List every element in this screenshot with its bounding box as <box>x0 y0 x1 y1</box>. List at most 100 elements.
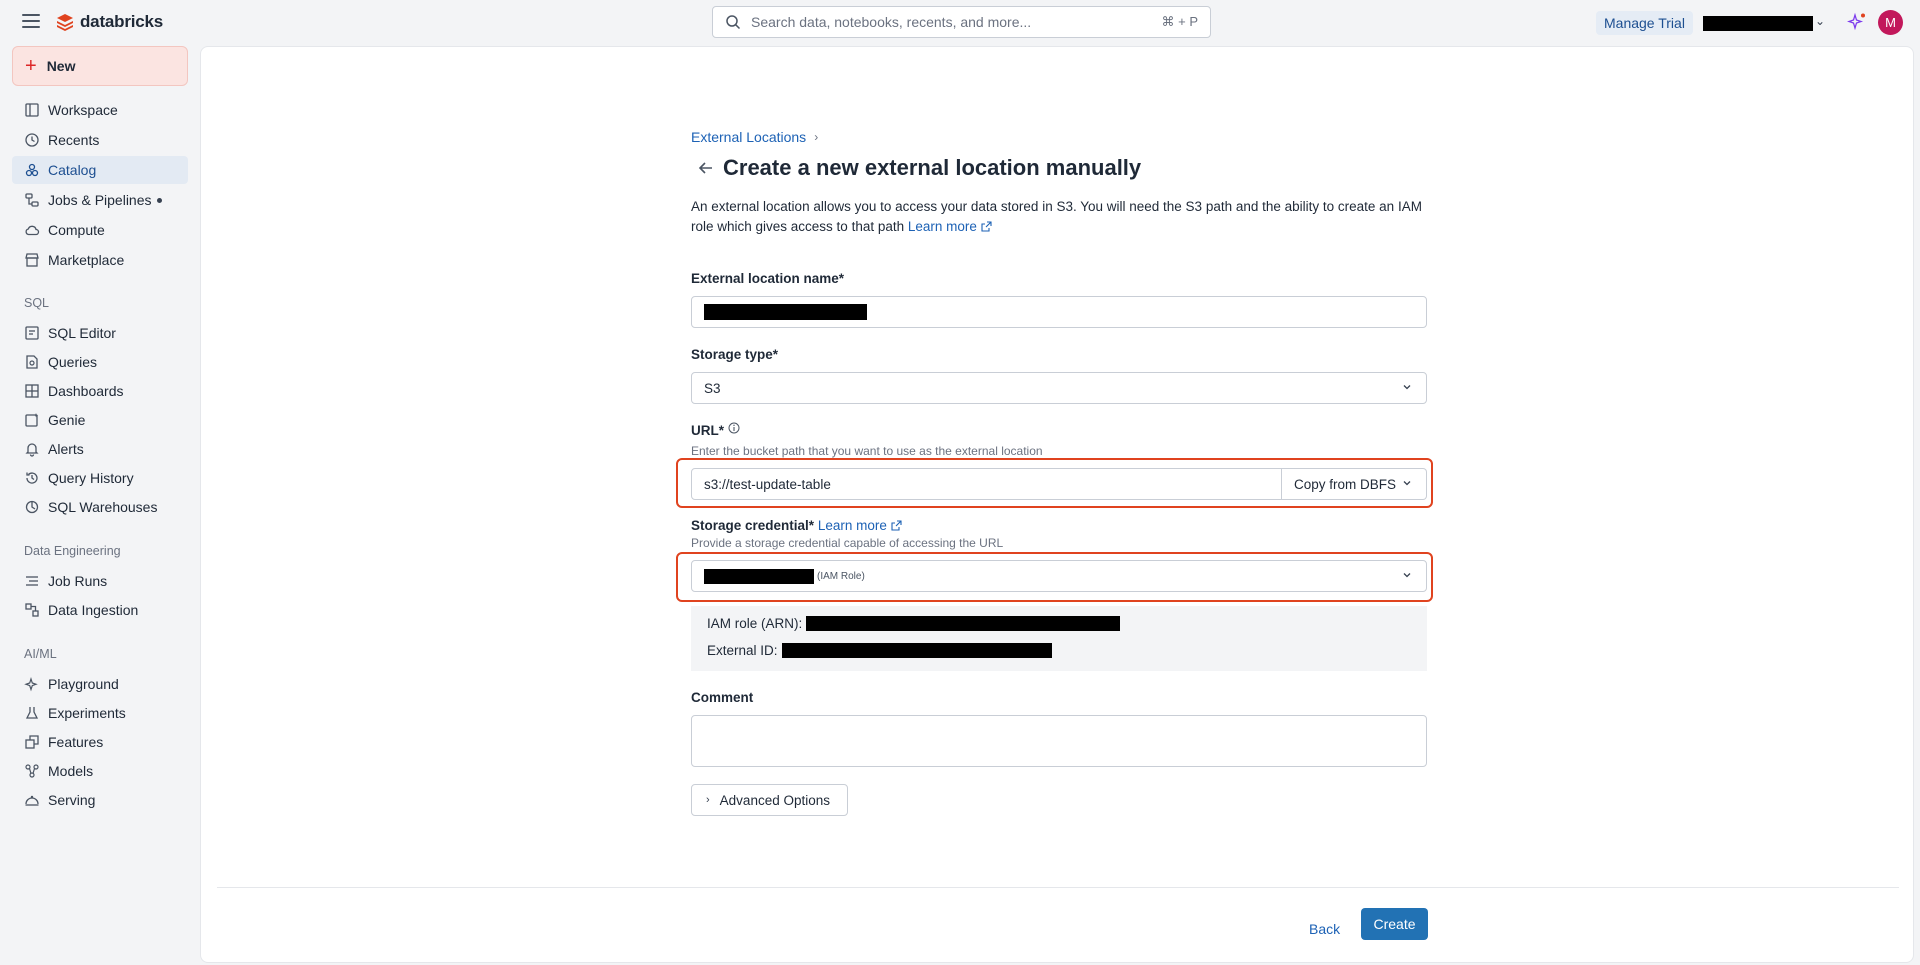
sidebar-item-label: Models <box>48 763 94 779</box>
chevron-down-icon <box>1403 481 1411 486</box>
sidebar-item-catalog[interactable]: Catalog <box>12 156 188 184</box>
storage-type-select[interactable]: S3 <box>691 372 1427 404</box>
sidebar-item-label: Query History <box>48 470 134 486</box>
manage-trial-button[interactable]: Manage Trial <box>1596 11 1693 35</box>
external-location-name-input[interactable] <box>691 296 1427 328</box>
sidebar-item-experiments[interactable]: Experiments <box>12 699 188 727</box>
sidebar-item-label: Job Runs <box>48 573 108 589</box>
sidebar-item-label: Marketplace <box>48 252 125 268</box>
sidebar-item-label: Genie <box>48 412 86 428</box>
job-runs-icon <box>26 576 38 586</box>
sidebar-item-label: Alerts <box>48 441 84 457</box>
sidebar-item-alerts[interactable]: Alerts <box>12 435 188 463</box>
sidebar-item-data-ingestion[interactable]: Data Ingestion <box>12 596 188 624</box>
sidebar-item-label: Serving <box>48 792 96 808</box>
sidebar-item-label: Playground <box>48 676 119 692</box>
info-icon[interactable] <box>728 422 740 434</box>
chevron-down-icon[interactable]: ⌄ <box>1815 14 1825 28</box>
comment-label: Comment <box>691 690 754 705</box>
databricks-logo-icon <box>57 14 73 31</box>
sidebar-item-label: Experiments <box>48 705 126 721</box>
footer-divider <box>217 887 1899 888</box>
menu-icon[interactable] <box>22 14 40 30</box>
workspace-selector[interactable] <box>1703 16 1813 31</box>
ingestion-icon <box>25 603 39 617</box>
description-text: An external location allows you to acces… <box>691 199 1422 234</box>
copy-from-dbfs-button[interactable]: Copy from DBFS <box>1282 468 1427 500</box>
assistant-sparkle-icon[interactable] <box>1847 12 1867 32</box>
sidebar-item-marketplace[interactable]: Marketplace <box>12 246 188 274</box>
sidebar-item-label: SQL Editor <box>48 325 116 341</box>
storage-credential-select[interactable]: (IAM Role) <box>691 560 1427 592</box>
section-label-data-engineering: Data Engineering <box>24 544 121 558</box>
advanced-options-button[interactable]: › Advanced Options <box>691 784 848 816</box>
learn-more-link[interactable]: Learn more <box>908 219 992 234</box>
features-icon <box>25 735 39 749</box>
sidebar-item-serving[interactable]: Serving <box>12 786 188 814</box>
cloud-icon <box>25 225 40 236</box>
storage-type-label: Storage type* <box>691 347 779 362</box>
sidebar-item-jobs-pipelines[interactable]: Jobs & Pipelines <box>12 186 188 214</box>
sidebar-item-dashboards[interactable]: Dashboards <box>12 377 188 405</box>
search-icon <box>726 15 741 30</box>
sidebar-item-label: Dashboards <box>48 383 124 399</box>
name-label: External location name* <box>691 271 845 286</box>
sidebar-item-label: Features <box>48 734 104 750</box>
url-input[interactable]: s3://test-update-table <box>691 468 1282 500</box>
sidebar-item-queries[interactable]: Queries <box>12 348 188 376</box>
sidebar-item-playground[interactable]: Playground <box>12 670 188 698</box>
description: An external location allows you to acces… <box>691 197 1431 237</box>
new-button[interactable]: + New <box>12 46 188 86</box>
workspace-icon <box>25 103 39 117</box>
url-label-wrap: URL* <box>691 422 740 438</box>
sidebar-item-label: Queries <box>48 354 98 370</box>
create-button[interactable]: Create <box>1361 908 1428 940</box>
sidebar-item-compute[interactable]: Compute <box>12 216 188 244</box>
sidebar-item-label: SQL Warehouses <box>48 499 158 515</box>
models-icon <box>25 764 39 778</box>
sidebar-item-recents[interactable]: Recents <box>12 126 188 154</box>
back-button[interactable]: Back <box>1309 921 1340 937</box>
global-search[interactable]: ⌘ + P <box>712 6 1211 38</box>
chevron-right-icon: › <box>814 130 819 144</box>
redacted-credential-name <box>704 568 814 584</box>
sidebar-item-genie[interactable]: Genie <box>12 406 188 434</box>
sidebar-item-query-history[interactable]: Query History <box>12 464 188 492</box>
back-arrow-icon[interactable] <box>697 159 715 177</box>
sidebar-item-workspace[interactable]: Workspace <box>12 96 188 124</box>
sidebar-item-features[interactable]: Features <box>12 728 188 756</box>
search-shortcut: ⌘ + P <box>1161 14 1199 29</box>
databricks-logo[interactable]: databricks <box>56 12 163 32</box>
sidebar-item-job-runs[interactable]: Job Runs <box>12 567 188 595</box>
warehouse-icon <box>25 500 39 514</box>
store-icon <box>25 253 39 267</box>
learn-more-label: Learn more <box>907 219 977 234</box>
sidebar-item-label: Workspace <box>48 102 118 118</box>
sidebar-item-label: Catalog <box>48 162 97 178</box>
credential-learn-more-link[interactable]: Learn more <box>818 518 902 533</box>
clock-icon <box>25 133 39 147</box>
url-field-group: s3://test-update-table Copy from DBFS <box>691 468 1427 500</box>
url-label: URL* <box>691 423 724 438</box>
external-id-row: External ID: <box>707 643 1052 658</box>
credential-label: Storage credential* <box>691 518 815 533</box>
sidebar-item-sql-editor[interactable]: SQL Editor <box>12 319 188 347</box>
redacted-external-id <box>781 643 1052 658</box>
plus-icon: + <box>25 55 37 77</box>
search-input[interactable] <box>751 14 1162 30</box>
sidebar-item-sql-warehouses[interactable]: SQL Warehouses <box>12 493 188 521</box>
breadcrumb: External Locations › <box>691 129 818 145</box>
sidebar-item-models[interactable]: Models <box>12 757 188 785</box>
section-label-sql: SQL <box>24 296 50 310</box>
genie-icon <box>25 413 39 427</box>
iam-role-row: IAM role (ARN): <box>707 616 1121 631</box>
user-avatar[interactable]: M <box>1878 10 1903 35</box>
sql-editor-icon <box>25 326 39 340</box>
jobs-icon <box>25 193 39 207</box>
catalog-icon <box>25 163 39 177</box>
comment-textarea[interactable] <box>691 715 1427 767</box>
breadcrumb-external-locations[interactable]: External Locations <box>691 129 806 145</box>
storage-type-value: S3 <box>704 380 721 396</box>
chevron-down-icon <box>1403 385 1411 390</box>
credential-type: (IAM Role) <box>817 570 865 582</box>
